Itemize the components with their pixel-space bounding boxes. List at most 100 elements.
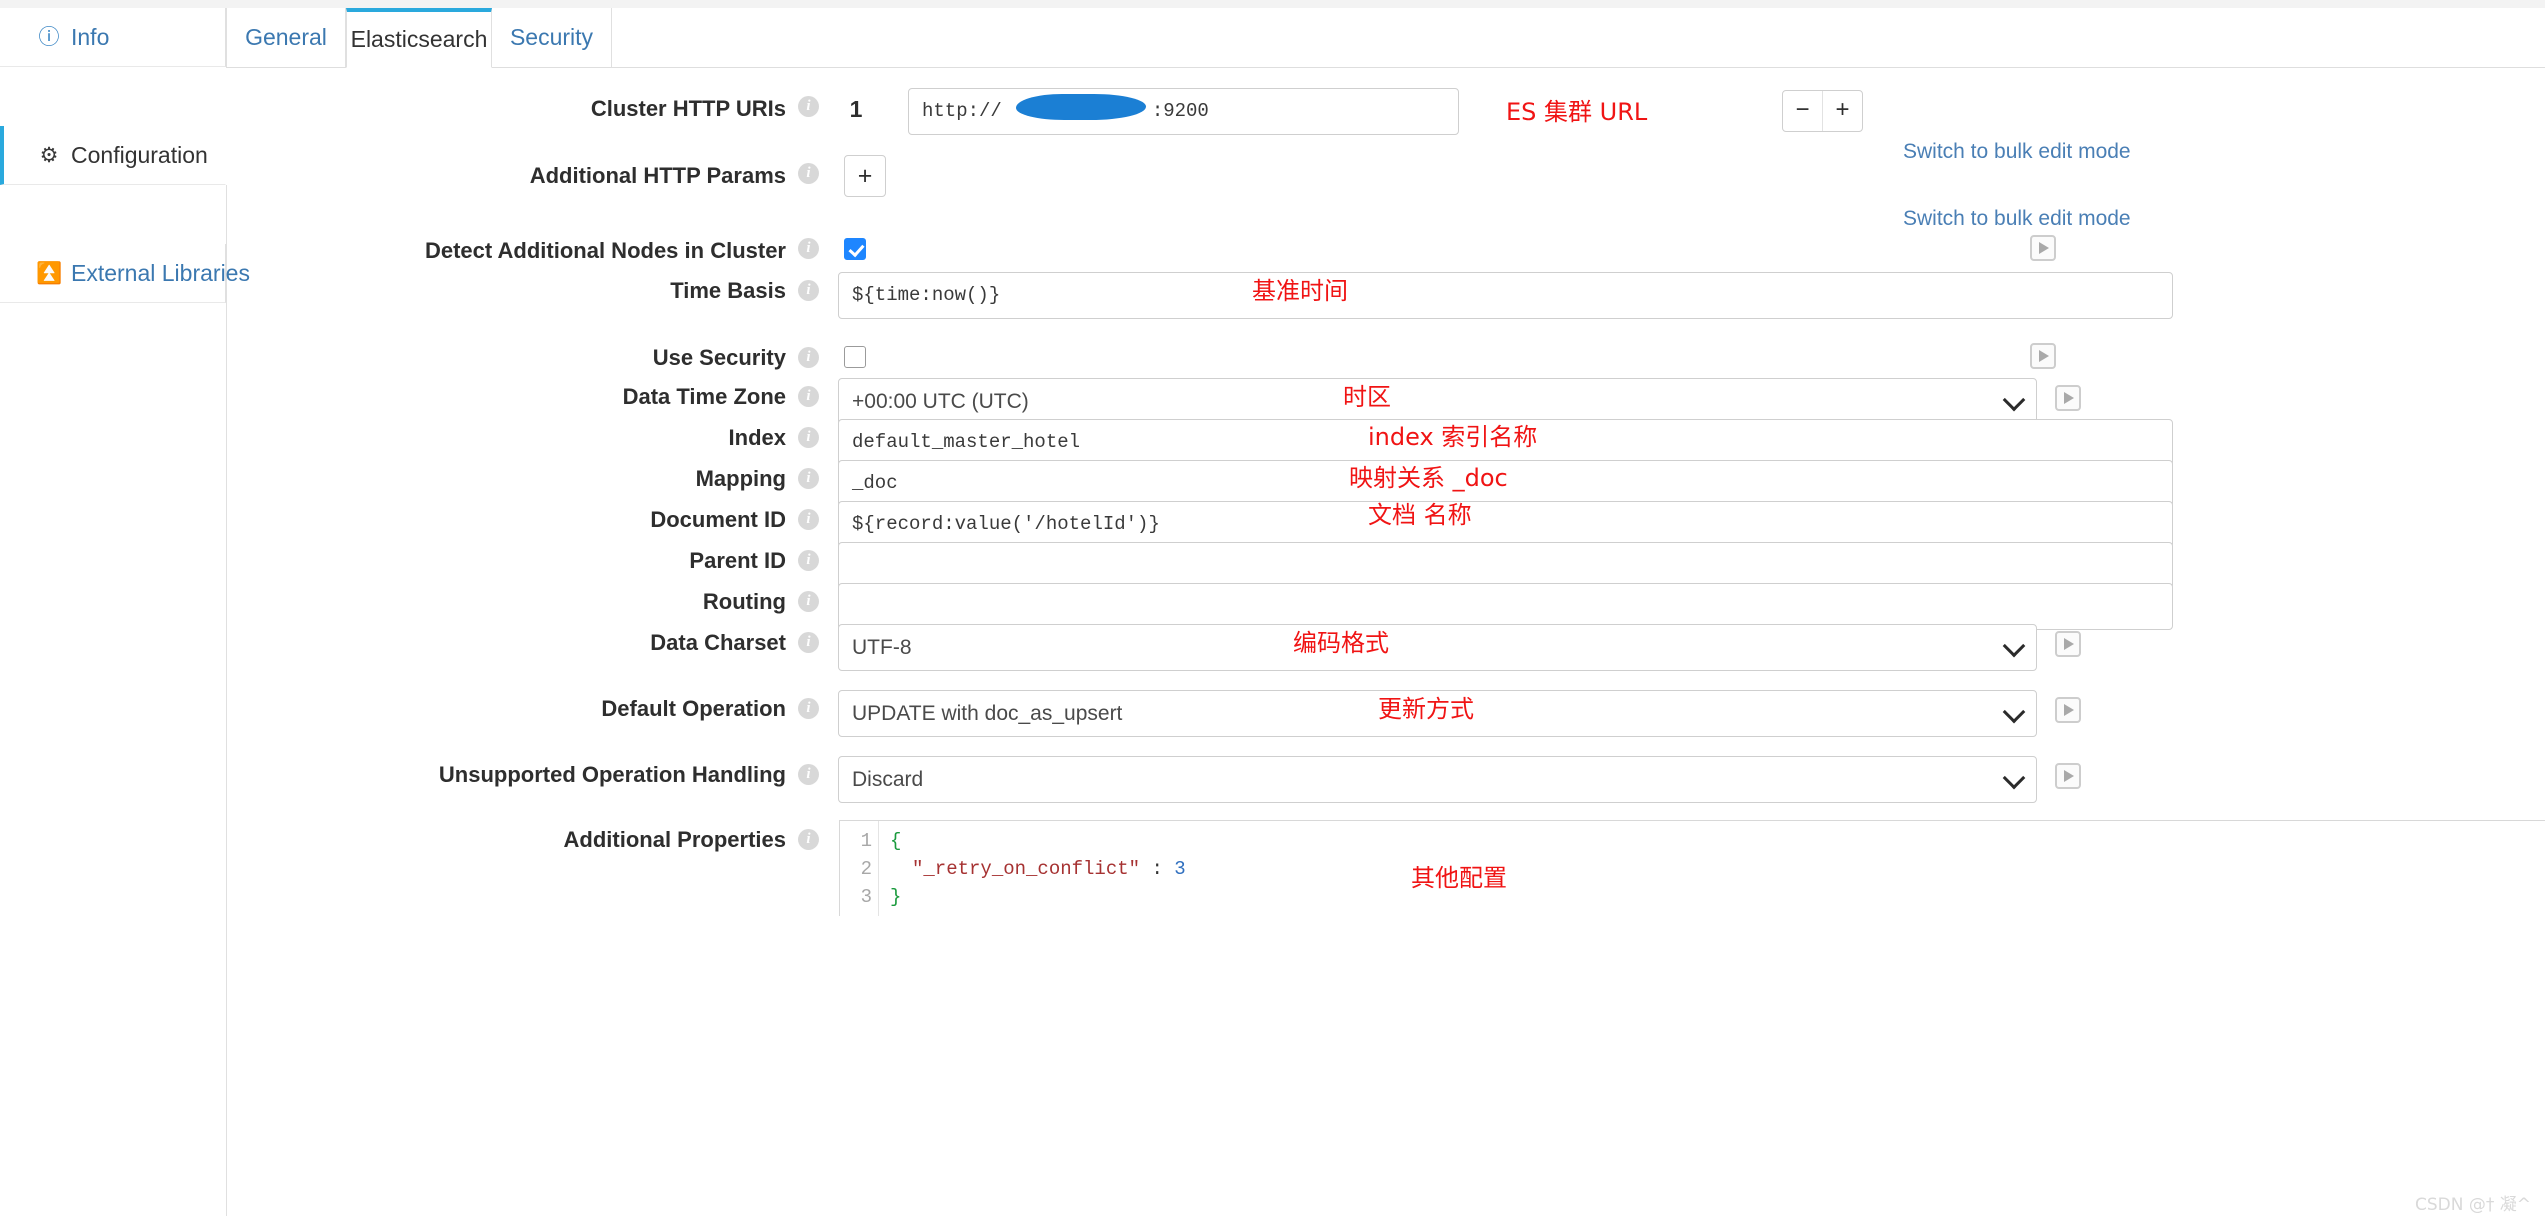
sidebar-item-info-label: Info [71, 23, 110, 50]
default-operation-annotation: 更新方式 [1378, 695, 1474, 723]
cluster-http-uris-bulk-edit-link[interactable]: Switch to bulk edit mode [1903, 140, 2131, 164]
code-line-number: 2 [860, 858, 872, 880]
redaction-blob [1016, 94, 1146, 120]
cluster-http-uris-label: Cluster HTTP URIs [590, 96, 786, 121]
code-punct: : [1140, 858, 1175, 880]
document-id-input[interactable]: ${record:value('/hotelId')} [838, 501, 2173, 548]
additional-properties-code-editor[interactable]: 1 2 3 { "_retry_on_conflict" : 3 } [839, 820, 2545, 916]
elasticsearch-config-screen: ⓘ Info ⚙ Configuration ⏫ External Librar… [0, 0, 2545, 1216]
code-value: 3 [1174, 858, 1186, 880]
index-annotation: index 索引名称 [1368, 423, 1538, 451]
tab-elasticsearch-label: Elasticsearch [350, 26, 488, 52]
additional-properties-label: Additional Properties [563, 827, 786, 852]
data-time-zone-annotation: 时区 [1343, 383, 1391, 411]
code-open-brace: { [890, 830, 902, 852]
cluster-http-uris-info-icon[interactable]: i [798, 96, 819, 117]
code-line: } [890, 886, 901, 908]
code-line: { [890, 830, 901, 852]
additional-properties-info-icon[interactable]: i [798, 829, 819, 850]
cluster-http-uris-annotation: ES 集群 URL [1506, 98, 1648, 126]
index-label: Index [728, 425, 786, 450]
code-editor-gutter: 1 2 3 [840, 821, 879, 916]
data-charset-select[interactable]: UTF-8 [838, 624, 2037, 671]
unsupported-operation-handling-value: Discard [852, 768, 924, 791]
additional-http-params-info-icon[interactable]: i [798, 163, 819, 184]
data-charset-label: Data Charset [650, 630, 786, 655]
cluster-http-uris-input-suffix: :9200 [1151, 100, 1209, 122]
detect-additional-nodes-expression-toggle[interactable] [2030, 235, 2056, 261]
document-id-info-icon[interactable]: i [798, 509, 819, 530]
unsupported-operation-handling-expression-toggle[interactable] [2055, 763, 2081, 789]
time-basis-label: Time Basis [670, 278, 786, 303]
default-operation-value: UPDATE with doc_as_upsert [852, 702, 1123, 725]
data-time-zone-label: Data Time Zone [622, 384, 786, 409]
cluster-http-uris-input-prefix: http:// [922, 100, 1002, 122]
unsupported-operation-handling-select[interactable]: Discard [838, 756, 2037, 803]
chevron-down-icon [2002, 634, 2026, 658]
csdn-watermark: CSDN @† 凝^ [2415, 1195, 2532, 1215]
detect-additional-nodes-info-icon[interactable]: i [798, 238, 819, 259]
additional-http-params-bulk-edit-link[interactable]: Switch to bulk edit mode [1903, 207, 2131, 231]
parent-id-input[interactable] [838, 542, 2173, 589]
sidebar-item-info[interactable]: ⓘ Info [0, 8, 226, 67]
tab-general[interactable]: General [226, 8, 346, 68]
sidebar-item-configuration[interactable]: ⚙ Configuration [0, 126, 226, 185]
mapping-info-icon[interactable]: i [798, 468, 819, 489]
code-line-number: 1 [860, 830, 872, 852]
tab-elasticsearch[interactable]: Elasticsearch [346, 8, 492, 68]
document-id-annotation: 文档 名称 [1368, 501, 1472, 529]
use-security-info-icon[interactable]: i [798, 347, 819, 368]
use-security-label: Use Security [652, 345, 786, 370]
tab-bar: General Elasticsearch Security [226, 8, 2545, 68]
default-operation-expression-toggle[interactable] [2055, 697, 2081, 723]
routing-input[interactable] [838, 583, 2173, 630]
routing-label: Routing [702, 589, 786, 614]
elasticsearch-config-form: Cluster HTTP URIs i 1 http:// :9200 ES 集群… [226, 68, 2545, 1216]
gear-icon: ⚙ [39, 143, 59, 167]
use-security-expression-toggle[interactable] [2030, 343, 2056, 369]
cluster-http-uris-row-index: 1 [849, 96, 863, 122]
mapping-annotation: 映射关系 _doc [1349, 464, 1508, 492]
parent-id-info-icon[interactable]: i [798, 550, 819, 571]
data-charset-value: UTF-8 [852, 636, 912, 659]
default-operation-label: Default Operation [601, 696, 786, 721]
info-circle-icon: ⓘ [38, 25, 60, 49]
data-charset-annotation: 编码格式 [1293, 629, 1389, 657]
time-basis-input[interactable]: ${time:now()} [838, 272, 2173, 319]
code-line-number: 3 [860, 886, 872, 908]
unsupported-operation-handling-info-icon[interactable]: i [798, 764, 819, 785]
data-time-zone-info-icon[interactable]: i [798, 386, 819, 407]
left-sidebar: ⓘ Info ⚙ Configuration ⏫ External Librar… [0, 8, 250, 1216]
sidebar-filler [0, 185, 227, 1216]
upload-icon: ⏫ [36, 261, 63, 285]
routing-info-icon[interactable]: i [798, 591, 819, 612]
mapping-label: Mapping [695, 466, 786, 491]
time-basis-annotation: 基准时间 [1252, 277, 1348, 305]
sidebar-item-external-libraries-label: External Libraries [71, 259, 250, 286]
default-operation-info-icon[interactable]: i [798, 698, 819, 719]
index-info-icon[interactable]: i [798, 427, 819, 448]
data-time-zone-expression-toggle[interactable] [2055, 385, 2081, 411]
cluster-http-uris-stepper[interactable]: − + [1782, 90, 1863, 132]
tab-general-label: General [245, 24, 327, 50]
unsupported-operation-handling-label: Unsupported Operation Handling [438, 762, 786, 787]
detect-additional-nodes-checkbox[interactable] [844, 238, 866, 260]
data-charset-expression-toggle[interactable] [2055, 631, 2081, 657]
data-charset-info-icon[interactable]: i [798, 632, 819, 653]
sidebar-item-configuration-label: Configuration [71, 141, 208, 168]
code-close-brace: } [890, 886, 902, 908]
chevron-down-icon [2002, 388, 2026, 412]
additional-properties-annotation: 其他配置 [1411, 864, 1507, 892]
cluster-http-uris-add-button[interactable]: + [1822, 91, 1862, 131]
tab-security[interactable]: Security [492, 8, 612, 68]
cluster-http-uris-input[interactable]: http:// :9200 [908, 88, 1459, 135]
detect-additional-nodes-label: Detect Additional Nodes in Cluster [424, 238, 786, 263]
time-basis-info-icon[interactable]: i [798, 280, 819, 301]
document-id-label: Document ID [650, 507, 786, 532]
data-time-zone-value: +00:00 UTC (UTC) [852, 390, 1029, 413]
code-key: "_retry_on_conflict" [912, 858, 1141, 880]
use-security-checkbox[interactable] [844, 346, 866, 368]
additional-http-params-add-button[interactable]: + [844, 155, 886, 197]
cluster-http-uris-remove-button[interactable]: − [1783, 91, 1822, 131]
sidebar-item-external-libraries[interactable]: ⏫ External Libraries [0, 244, 250, 303]
